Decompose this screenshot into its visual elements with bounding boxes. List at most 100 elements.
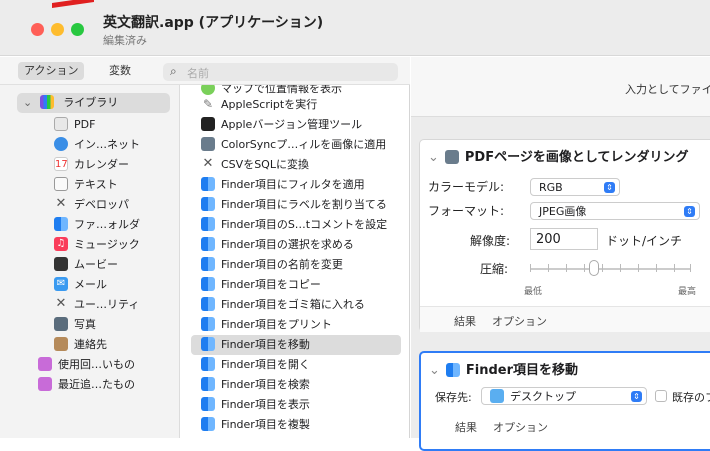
finder-icon	[201, 417, 215, 431]
destination-label: 保存先:	[435, 391, 472, 404]
minimize-button[interactable]	[51, 23, 64, 36]
finder-icon	[201, 377, 215, 391]
card-title: ⌄ Finder項目を移動	[429, 362, 579, 378]
slider-tick	[602, 264, 603, 272]
action-item[interactable]: Finder項目を表示	[181, 395, 410, 415]
replace-existing-label: 既存のフ	[672, 391, 710, 404]
zoom-button[interactable]	[71, 23, 84, 36]
finder-icon	[201, 217, 215, 231]
popup-arrow-icon: ⇕	[684, 206, 695, 217]
replace-existing-checkbox[interactable]	[655, 390, 667, 402]
library-item-movies[interactable]: ムービー	[54, 255, 118, 275]
library-icon	[39, 95, 54, 109]
window-title: 英文翻訳.app (アプリケーション)	[103, 15, 324, 31]
workflow-input-header: 入力としてファイ	[411, 57, 710, 117]
library-item-files[interactable]: ファ…ォルダ	[54, 215, 140, 235]
close-button[interactable]	[31, 23, 44, 36]
action-item[interactable]: Finder項目を複製	[181, 415, 410, 435]
tab-variables[interactable]: 変数	[103, 62, 137, 80]
action-item[interactable]: Finder項目を検索	[181, 375, 410, 395]
title-bar: 英文翻訳.app (アプリケーション) 編集済み	[0, 0, 710, 56]
library-item-pdf[interactable]: PDF	[54, 115, 95, 135]
compression-slider[interactable]	[530, 268, 690, 270]
card-title: ⌄ PDFページを画像としてレンダリング	[428, 149, 689, 165]
contacts-icon	[54, 337, 68, 351]
calendar-icon: 17	[54, 157, 68, 171]
resolution-label: 解像度:	[470, 234, 511, 248]
slider-tick	[674, 264, 675, 272]
slider-tick	[656, 264, 657, 272]
library-item-mail[interactable]: ✉ メール	[54, 275, 107, 295]
action-item[interactable]: Finder項目をプリント	[181, 315, 410, 335]
finder-icon	[201, 317, 215, 331]
action-item[interactable]: ColorSyncプ…ィルを画像に適用	[181, 135, 410, 155]
movie-icon	[54, 257, 68, 271]
action-card-move-finder-items: ⌄Finder項目を移動 保存先: デスクトップ⇕ 既存のフ 結果 オプション	[419, 351, 710, 451]
library-item-calendar[interactable]: 17 カレンダー	[54, 155, 129, 175]
workflow-pane: 入力としてファイ ⌄ PDFページを画像としてレンダリング カラーモデル: RGB…	[411, 57, 710, 451]
tab-actions[interactable]: アクション	[18, 62, 85, 80]
action-item[interactable]: Finder項目をコピー	[181, 275, 410, 295]
action-item[interactable]: Finder項目にフィルタを適用	[181, 175, 410, 195]
mail-icon: ✉	[54, 277, 68, 291]
colorsync-icon	[201, 137, 215, 151]
library-root[interactable]: ⌄ ライブラリ	[17, 93, 170, 113]
card-footer: 結果 オプション	[420, 306, 710, 332]
library-item-text[interactable]: テキスト	[54, 175, 118, 195]
action-item[interactable]: Finder項目の名前を変更	[181, 255, 410, 275]
utilities-icon: ✕	[55, 296, 67, 311]
action-item[interactable]: ✕ CSVをSQLに変換	[181, 155, 410, 175]
library-recent-added[interactable]: 最近追…たもの	[38, 375, 135, 395]
action-item[interactable]: Finder項目のS…tコメントを設定	[181, 215, 410, 235]
chevron-down-icon: ⌄	[23, 96, 33, 109]
photos-icon	[54, 317, 68, 331]
action-item[interactable]: Finder項目にラベルを割り当てる	[181, 195, 410, 215]
window-subtitle: 編集済み	[103, 34, 147, 47]
slider-tick	[584, 264, 585, 272]
options-button[interactable]: オプション	[493, 419, 548, 435]
action-item[interactable]: Appleバージョン管理ツール	[181, 115, 410, 135]
finder-icon	[201, 237, 215, 251]
compression-slider-knob[interactable]	[589, 260, 599, 276]
library-item-music[interactable]: ♫ ミュージック	[54, 235, 140, 255]
action-item[interactable]: Finder項目をゴミ箱に入れる	[181, 295, 410, 315]
finder-icon	[201, 297, 215, 311]
action-item-selected[interactable]: Finder項目を移動	[191, 335, 401, 355]
chevron-down-icon[interactable]: ⌄	[429, 363, 440, 378]
resolution-input[interactable]: 200	[530, 228, 598, 250]
search-input[interactable]: ⌕ 名前	[163, 63, 398, 81]
options-button[interactable]: オプション	[492, 313, 547, 329]
color-model-label: カラーモデル:	[428, 180, 505, 194]
results-button[interactable]: 結果	[454, 313, 476, 329]
popup-arrow-icon: ⇕	[631, 391, 642, 402]
globe-icon	[54, 137, 68, 151]
action-item[interactable]: ✎ AppleScriptを実行	[181, 95, 410, 115]
action-item[interactable]: Finder項目の選択を求める	[181, 235, 410, 255]
left-pane: アクション 変数 ⌕ 名前 ⌄ ライブラリ PDF イン…ネット 17 カレンダー…	[0, 57, 410, 438]
format-select[interactable]: JPEG画像 ⇕	[530, 202, 700, 220]
destination-select[interactable]: デスクトップ ⇕	[481, 387, 647, 405]
library-root-label: ライブラリ	[63, 96, 119, 109]
color-model-select[interactable]: RGB ⇕	[530, 178, 620, 196]
finder-icon	[201, 397, 215, 411]
results-button[interactable]: 結果	[455, 419, 477, 435]
compression-label: 圧縮:	[480, 262, 509, 276]
pdf-icon	[54, 117, 68, 131]
map-icon	[201, 85, 215, 95]
library-toolbar: アクション 変数 ⌕ 名前	[0, 57, 410, 85]
search-icon: ⌕	[170, 64, 177, 78]
action-item[interactable]: Finder項目を開く	[181, 355, 410, 375]
compression-max-label: 最高	[678, 287, 697, 297]
library-recent-most-used[interactable]: 使用回…いもの	[38, 355, 135, 375]
folder-icon	[490, 389, 504, 403]
chevron-down-icon[interactable]: ⌄	[428, 150, 439, 165]
library-item-internet[interactable]: イン…ネット	[54, 135, 140, 155]
library-item-developer[interactable]: ✕ デベロッパ	[54, 195, 129, 215]
slider-tick	[638, 264, 639, 272]
resolution-unit: ドット/インチ	[606, 234, 683, 248]
library-item-photos[interactable]: 写真	[54, 315, 96, 335]
finder-icon	[201, 337, 215, 351]
tools-icon: ✕	[55, 196, 67, 211]
library-item-utilities[interactable]: ✕ ユー…リティ	[54, 295, 140, 315]
library-item-contacts[interactable]: 連絡先	[54, 335, 107, 355]
